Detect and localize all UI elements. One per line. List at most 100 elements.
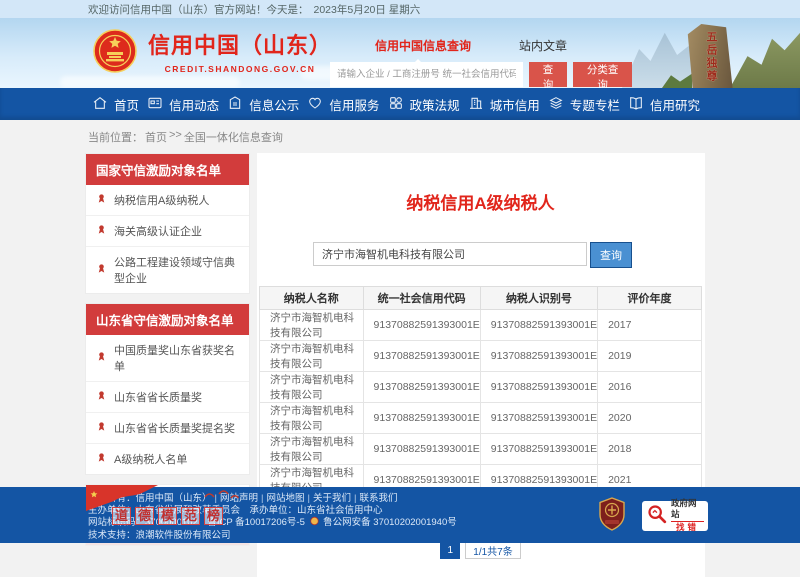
security-badge-icon: [310, 516, 319, 530]
nav-label: 信息公示: [249, 95, 299, 114]
grid-icon: [388, 95, 404, 114]
table-row[interactable]: 济宁市海智机电科技有限公司91370882591393001E913708825…: [260, 434, 702, 465]
nav-label: 城市信用: [490, 95, 540, 114]
table-cell: 济宁市海智机电科技有限公司: [260, 403, 364, 434]
table-cell: 济宁市海智机电科技有限公司: [260, 341, 364, 372]
site-title: 信用中国（山东）: [148, 28, 332, 60]
nav-item-专题专栏[interactable]: 专题专栏: [548, 95, 620, 114]
sidebar-section-title: 国家守信激励对象名单: [86, 154, 249, 185]
footer-link[interactable]: 联系我们: [359, 493, 397, 504]
layers-icon: [548, 95, 564, 114]
medal-icon: [96, 351, 107, 365]
book-icon: [628, 95, 644, 114]
sidebar-item[interactable]: A级纳税人名单: [86, 444, 249, 474]
wuyuedz-stone: 五岳独尊: [684, 24, 738, 88]
footer-line-support: 技术支持：浪潮软件股份有限公司: [88, 530, 457, 542]
nav-item-信用动态[interactable]: 信用动态: [147, 95, 219, 114]
sidebar-item[interactable]: 山东省省长质量奖提名奖: [86, 413, 249, 444]
table-cell: 91370882591393001E: [363, 434, 480, 465]
table-cell: 2016: [598, 372, 702, 403]
page-number-button[interactable]: 1: [440, 541, 460, 559]
footer-separator: |: [351, 493, 359, 504]
nav-item-城市信用[interactable]: 城市信用: [468, 95, 540, 114]
table-header-cell: 纳税人名称: [260, 287, 364, 310]
breadcrumb-separator: >>: [169, 129, 182, 145]
sidebar-item-label: 海关高级认证企业: [114, 223, 202, 239]
stone-inscription: 五岳独尊: [703, 31, 719, 88]
table-header-cell: 纳税人识别号: [480, 287, 597, 310]
medal-icon: [96, 224, 107, 238]
nav-item-首页[interactable]: 首页: [92, 95, 139, 114]
table-cell: 2020: [598, 403, 702, 434]
banner-character: 德: [135, 507, 154, 525]
table-cell: 91370882591393001E: [480, 434, 597, 465]
table-cell: 91370882591393001E: [363, 341, 480, 372]
national-emblem-logo: [92, 28, 138, 79]
table-row[interactable]: 济宁市海智机电科技有限公司91370882591393001E913708825…: [260, 341, 702, 372]
nav-label: 首页: [114, 95, 139, 114]
header-search-tabs: 信用中国信息查询 站内文章: [330, 37, 632, 54]
nav-item-政策法规[interactable]: 政策法规: [388, 95, 460, 114]
table-row[interactable]: 济宁市海智机电科技有限公司91370882591393001E913708825…: [260, 310, 702, 341]
page-summary: 1/1共7条: [465, 541, 520, 559]
banner-character: 模: [158, 507, 177, 525]
gov-badge-title: 政府网站: [671, 498, 704, 522]
table-cell: 91370882591393001E: [363, 403, 480, 434]
footer-separator: |: [304, 493, 312, 504]
sidebar-section-1: 山东省守信激励对象名单中国质量奖山东省获奖名单山东省省长质量奖山东省省长质量奖提…: [85, 303, 250, 475]
footer-separator: |: [258, 493, 266, 504]
sidebar-item-label: 中国质量奖山东省获奖名单: [114, 342, 239, 374]
footer-link[interactable]: 网站地图: [266, 493, 304, 504]
banner-character: 道: [112, 507, 131, 525]
nav-item-信用服务[interactable]: 信用服务: [307, 95, 379, 114]
sidebar-item-label: 山东省省长质量奖提名奖: [114, 420, 235, 436]
table-row[interactable]: 济宁市海智机电科技有限公司91370882591393001E913708825…: [260, 372, 702, 403]
header-search-button[interactable]: 查询: [529, 62, 567, 87]
sidebar-item[interactable]: 中国质量奖山东省获奖名单: [86, 335, 249, 382]
sidebar-item-label: 山东省省长质量奖: [114, 389, 202, 405]
footer-link[interactable]: 关于我们: [313, 493, 351, 504]
banner-character: 榜: [204, 507, 223, 525]
site-header: 五岳独尊 信用中国（山东） CREDIT.SHANDONG.GOV.CN: [0, 18, 800, 88]
nav-item-信用研究[interactable]: 信用研究: [628, 95, 700, 114]
medal-icon: [96, 263, 107, 277]
site-brand[interactable]: 信用中国（山东） CREDIT.SHANDONG.GOV.CN: [92, 28, 332, 79]
table-cell: 济宁市海智机电科技有限公司: [260, 310, 364, 341]
company-search: 查询: [313, 242, 702, 268]
table-header-cell: 评价年度: [598, 287, 702, 310]
nav-label: 专题专栏: [570, 95, 620, 114]
table-header-cell: 统一社会信用代码: [363, 287, 480, 310]
shield-badge-icon[interactable]: [598, 497, 626, 534]
medal-icon: [96, 421, 107, 435]
table-row[interactable]: 济宁市海智机电科技有限公司91370882591393001E913708825…: [260, 403, 702, 434]
sidebar-item[interactable]: 纳税信用A级纳税人: [86, 185, 249, 216]
company-search-input[interactable]: [313, 242, 587, 266]
taishan-header-image: 五岳独尊: [622, 18, 800, 88]
nav-label: 信用动态: [169, 95, 219, 114]
pagination: 1 1/1共7条: [259, 541, 702, 559]
header-search-input[interactable]: [330, 62, 523, 87]
medal-icon: [96, 193, 107, 207]
table-cell: 2017: [598, 310, 702, 341]
notice-icon: [227, 95, 243, 114]
main-navigation: 首页 信用动态 信息公示信用服务政策法规 城市信用 专题专栏信用研究: [0, 88, 800, 120]
nav-item-信息公示[interactable]: 信息公示: [227, 95, 299, 114]
sidebar-section-title: 山东省守信激励对象名单: [86, 304, 249, 335]
sidebar-item[interactable]: 海关高级认证企业: [86, 216, 249, 247]
header-tab-site-articles[interactable]: 站内文章: [519, 37, 567, 54]
breadcrumb-home-link[interactable]: 首页: [145, 129, 167, 145]
welcome-bar: 欢迎访问信用中国（山东）官方网站！今天是： 2023年5月20日 星期六: [0, 0, 800, 18]
table-cell: 91370882591393001E: [363, 310, 480, 341]
footer-security-record-link[interactable]: 鲁公网安备 37010202001940号: [323, 517, 457, 528]
magnifier-icon: [646, 502, 668, 529]
page: 欢迎访问信用中国（山东）官方网站！今天是： 2023年5月20日 星期六 五岳独…: [0, 0, 800, 543]
category-search-button[interactable]: 分类查询: [573, 62, 632, 87]
sidebar-item[interactable]: 山东省省长质量奖: [86, 382, 249, 413]
welcome-text: 欢迎访问信用中国（山东）官方网站！今天是：: [88, 2, 309, 17]
company-search-button[interactable]: 查询: [590, 242, 632, 268]
sidebar-item-label: 公路工程建设领域守信典型企业: [114, 254, 239, 286]
footer-badges: 政府网站 找错: [598, 497, 708, 534]
sidebar-item[interactable]: 公路工程建设领域守信典型企业: [86, 247, 249, 293]
gov-website-finderror-badge[interactable]: 政府网站 找错: [642, 501, 708, 531]
header-tab-credit-query[interactable]: 信用中国信息查询: [375, 37, 471, 54]
